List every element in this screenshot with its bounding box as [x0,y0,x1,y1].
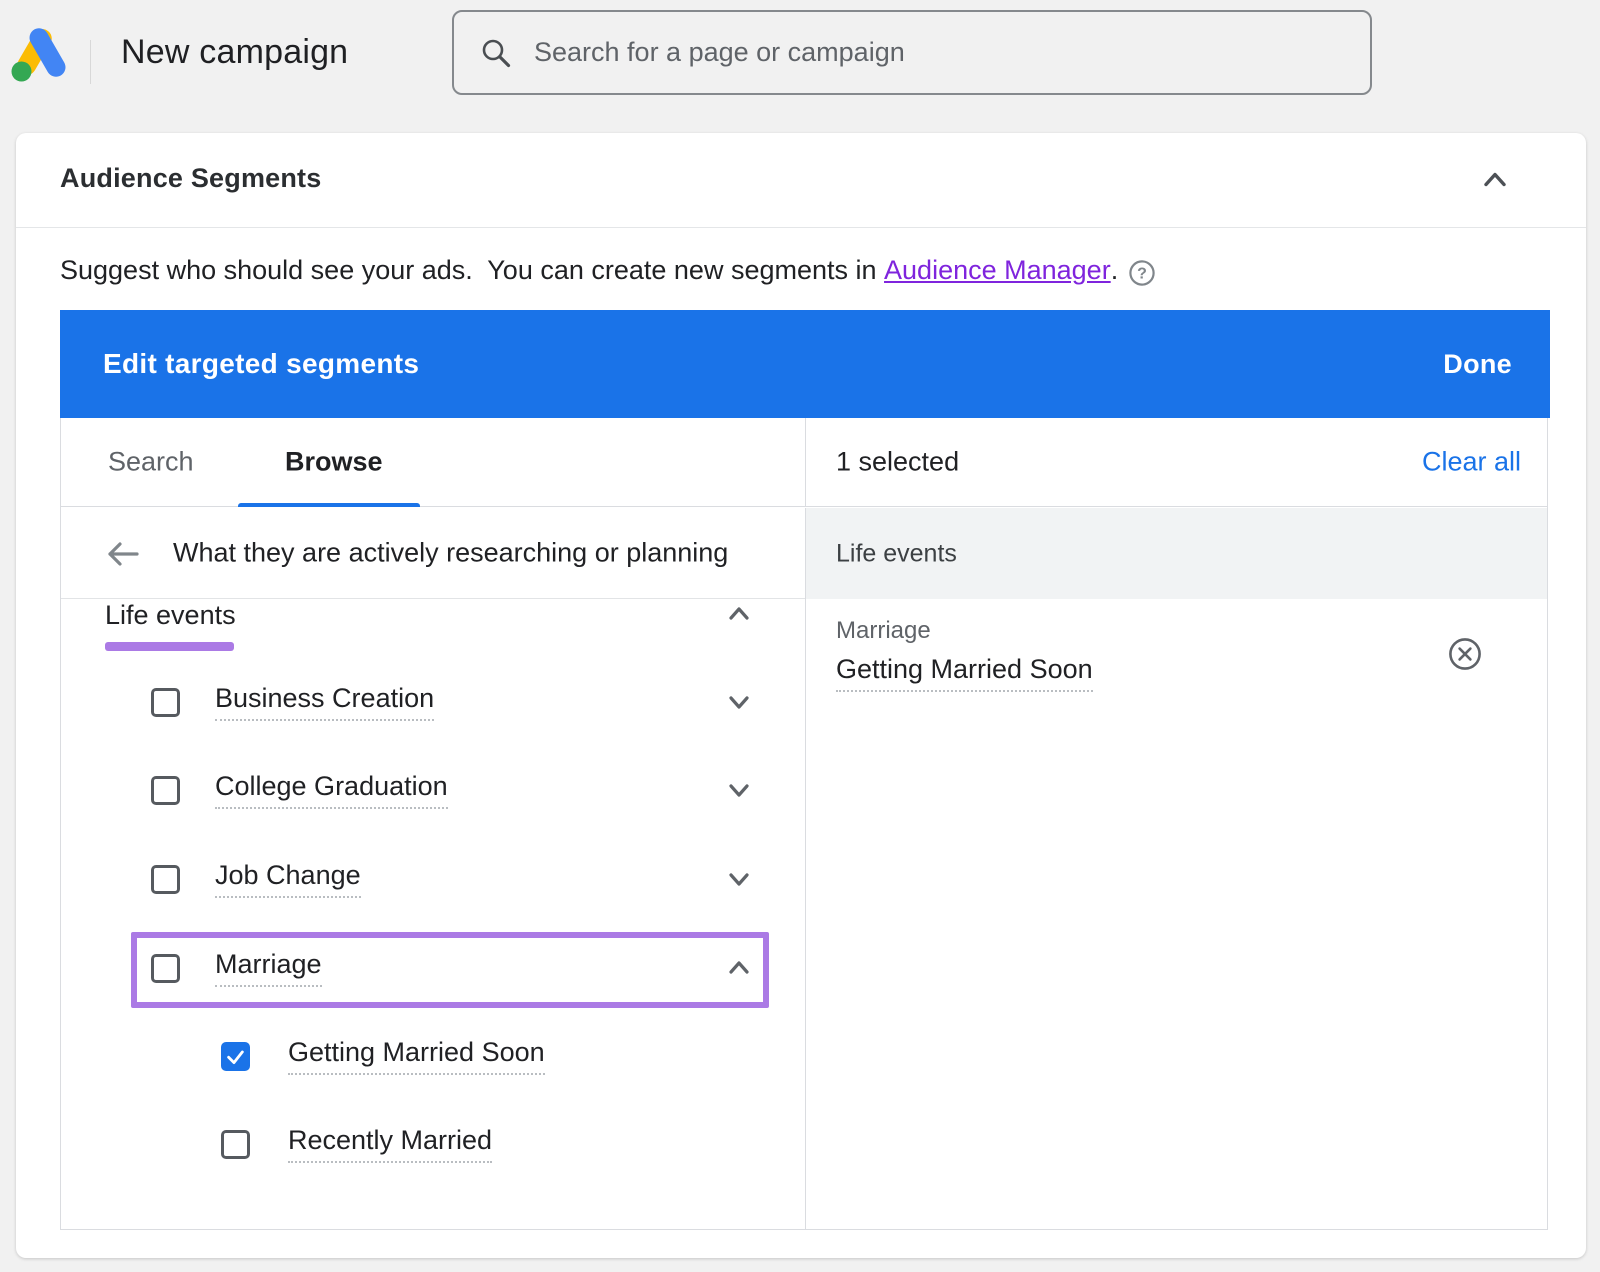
widget-body: Search Browse 1 selected Clear all [61,418,1547,1230]
item-label[interactable]: Business Creation [215,683,434,721]
widget-header-row: Search Browse 1 selected Clear all [61,418,1547,507]
item-label[interactable]: Recently Married [288,1125,492,1163]
checkbox[interactable] [151,954,180,983]
purple-marker-underline [105,642,234,651]
widget-title-bar: Edit targeted segments Done [60,310,1550,418]
selected-group-header: Life events [806,508,1547,599]
chevron-down-icon[interactable] [723,863,755,895]
group-life-events[interactable]: Life events [105,600,236,631]
divider [16,227,1586,228]
browse-panel: What they are actively researching or pl… [61,508,805,1230]
breadcrumb-row: What they are actively researching or pl… [61,508,805,599]
selected-panel: Life events Marriage Getting Married Soo… [805,508,1547,1230]
page-title: New campaign [121,33,348,72]
chevron-up-icon[interactable] [723,598,755,630]
help-circle-icon[interactable]: ? [1128,259,1156,287]
item-label[interactable]: Getting Married Soon [288,1037,545,1075]
selected-count: 1 selected [836,447,959,478]
search-placeholder: Search for a page or campaign [534,37,905,68]
svg-text:?: ? [1137,265,1147,282]
item-label[interactable]: College Graduation [215,771,448,809]
x-circle-icon[interactable] [1447,636,1483,672]
chevron-down-icon[interactable] [723,774,755,806]
active-tab-indicator [238,503,420,507]
selected-segment-name[interactable]: Getting Married Soon [836,652,1093,692]
done-button[interactable]: Done [1443,349,1512,380]
audience-manager-link[interactable]: Audience Manager [884,255,1111,286]
list-item-college-graduation[interactable]: College Graduation [61,762,805,818]
top-bar: New campaign Search for a page or campai… [0,0,1600,133]
list-item-getting-married-soon[interactable]: Getting Married Soon [61,1028,805,1084]
selection-header: 1 selected Clear all [805,418,1547,506]
checkbox[interactable] [221,1130,250,1159]
selected-segment-category: Marriage [836,616,1093,646]
audience-segments-card: Audience Segments Suggest who should see… [16,133,1586,1258]
tab-search[interactable]: Search [108,447,194,478]
item-label[interactable]: Job Change [215,860,361,898]
selected-segment: Marriage Getting Married Soon [836,616,1093,692]
breadcrumb: What they are actively researching or pl… [173,538,728,569]
chevron-up-icon[interactable] [1478,163,1512,197]
card-title: Audience Segments [60,163,321,194]
clear-all-button[interactable]: Clear all [1422,447,1521,478]
list-item-business-creation[interactable]: Business Creation [61,674,805,730]
arrow-left-icon[interactable] [103,537,141,571]
list-item-recently-married[interactable]: Recently Married [61,1116,805,1172]
checkbox[interactable] [151,688,180,717]
card-description: Suggest who should see your ads. You can… [60,255,1156,286]
global-search-input[interactable]: Search for a page or campaign [452,10,1372,95]
checkbox-checked[interactable] [221,1042,250,1071]
header-divider [90,40,91,84]
checkbox[interactable] [151,776,180,805]
edit-targeted-segments-widget: Edit targeted segments Done Search Brows… [60,310,1548,1230]
chevron-up-icon[interactable] [723,952,755,984]
card-header: Audience Segments [16,133,1586,227]
list-item-marriage[interactable]: Marriage [61,940,805,996]
chevron-down-icon[interactable] [723,686,755,718]
item-label[interactable]: Marriage [215,949,322,987]
tabs-bar: Search Browse [61,418,805,506]
description-period: . [1111,255,1119,286]
description-text: Suggest who should see your ads. You can… [60,255,884,286]
list-item-job-change[interactable]: Job Change [61,851,805,907]
selected-group-label: Life events [836,539,957,568]
google-ads-logo-icon [8,24,74,84]
widget-content: What they are actively researching or pl… [61,508,1547,1230]
widget-title: Edit targeted segments [103,348,419,380]
checkbox[interactable] [151,865,180,894]
tab-browse[interactable]: Browse [285,447,383,478]
search-icon [480,37,512,69]
